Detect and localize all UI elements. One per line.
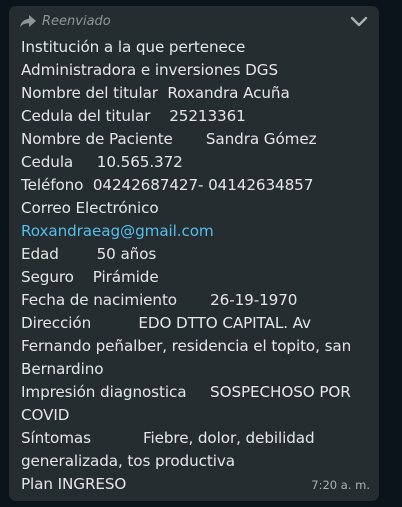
text-line-sintomas: Síntomas Fiebre, dolor, debilidad genera… (21, 429, 320, 470)
text-line-nombre-paciente: Nombre de Paciente Sandra Gómez (21, 130, 317, 148)
text-line-nombre-titular: Nombre del titular Roxandra Acuña (21, 84, 290, 102)
message-bubble[interactable]: Reenviado Institución a la que pertenece… (9, 6, 379, 501)
text-line-institucion-value: Administradora e inversiones DGS (21, 61, 278, 79)
forwarded-indicator: Reenviado (20, 10, 111, 32)
text-line-direccion: Dirección EDO DTTO CAPITAL. Av Fernando … (21, 314, 356, 378)
text-line-institucion: Institución a la que pertenece (21, 38, 246, 56)
text-line-telefono: Teléfono 04242687427- 04142634857 (21, 176, 314, 194)
text-line-correo-label: Correo Electrónico (21, 199, 159, 217)
chevron-down-icon (350, 16, 368, 27)
text-line-cedula-titular: Cedula del titular 25213361 (21, 107, 246, 125)
text-line-impresion: Impresión diagnostica SOSPECHOSO POR COV… (21, 383, 356, 424)
message-text: Institución a la que pertenece Administr… (21, 36, 373, 496)
message-menu-button[interactable] (349, 13, 369, 31)
text-line-fecha-nacimiento: Fecha de nacimiento 26-19-1970 (21, 291, 298, 309)
forwarded-label: Reenviado (42, 13, 111, 29)
text-line-cedula: Cedula 10.565.372 (21, 153, 183, 171)
message-timestamp: 7:20 a. m. (311, 478, 370, 492)
forward-arrow-icon (20, 14, 36, 27)
text-line-seguro: Seguro Pirámide (21, 268, 159, 286)
text-line-edad: Edad 50 años (21, 245, 157, 263)
email-link[interactable]: Roxandraeag@gmail.com (21, 220, 373, 243)
